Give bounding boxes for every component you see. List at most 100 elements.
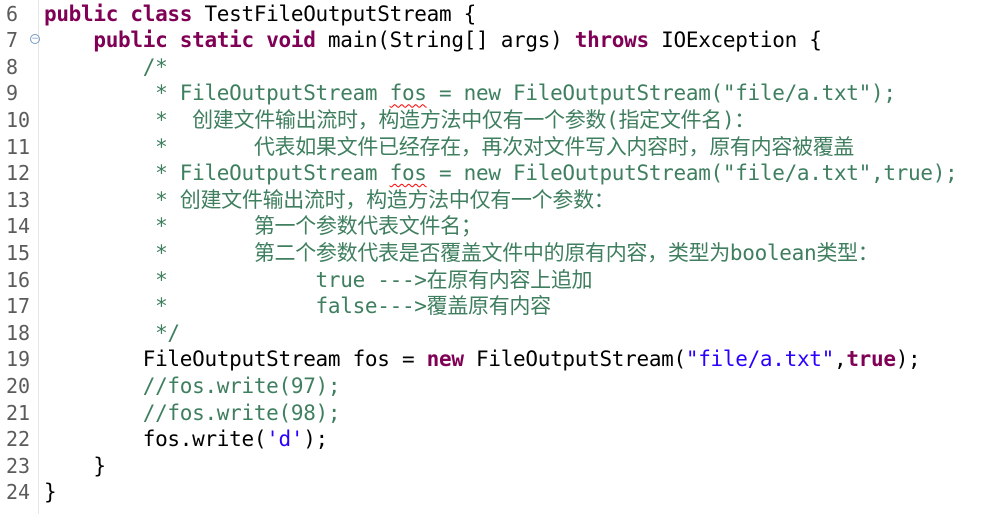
code-token: class [130, 1, 193, 26]
line-number: 18 [6, 320, 31, 345]
code-text: //fos.write(98); [44, 400, 341, 427]
code-text: * FileOutputStream fos = new FileOutputS… [44, 80, 896, 107]
code-token: * 创建文件输出流时，构造方法中仅有一个参数： [44, 187, 615, 212]
line-number: 20 [6, 373, 31, 398]
code-token: static [179, 28, 254, 53]
code-token: fos.write( [44, 427, 267, 452]
code-text: } [44, 453, 106, 480]
code-line[interactable]: 24} [0, 479, 989, 506]
code-text: } [44, 479, 57, 506]
code-token: = new FileOutputStream("file/a.txt",true… [426, 161, 958, 186]
code-token: public [93, 28, 168, 53]
code-text: FileOutputStream fos = new FileOutputStr… [44, 346, 921, 373]
line-number: 21 [6, 400, 31, 425]
code-token: FileOutputStream fos = [44, 347, 427, 372]
code-line[interactable]: 13 * 创建文件输出流时，构造方法中仅有一个参数： [0, 187, 989, 214]
code-token: 'd' [266, 427, 304, 452]
code-line[interactable]: 11 * 代表如果文件已经存在，再次对文件写入内容时，原有内容被覆盖 [0, 134, 989, 161]
code-token: "file/a.txt" [685, 347, 834, 372]
code-line[interactable]: 8 /* [0, 54, 989, 81]
fold-toggle-icon[interactable]: − [30, 34, 40, 45]
code-token: ); [895, 347, 921, 372]
code-token: public [44, 1, 119, 26]
code-token: new [426, 347, 464, 372]
code-line[interactable]: 17 * false--->覆盖原有内容 [0, 293, 989, 320]
code-token: throws [574, 28, 649, 53]
code-token: true [846, 347, 896, 372]
code-text: public static void main(String[] args) t… [44, 27, 822, 54]
code-token: , [833, 347, 847, 372]
code-token: /* [44, 54, 168, 79]
code-text: * 创建文件输出流时，构造方法中仅有一个参数： [44, 187, 615, 214]
code-line[interactable]: 6 public class TestFileOutputStream { [0, 1, 989, 28]
code-token: * 第二个参数代表是否覆盖文件中的原有内容，类型为boolean类型： [44, 240, 879, 265]
code-token: } [44, 453, 106, 478]
code-token: fos [389, 161, 427, 186]
code-line[interactable]: 7− public static void main(String[] args… [0, 27, 989, 54]
line-number: 12 [6, 161, 31, 186]
code-text: * FileOutputStream fos = new FileOutputS… [44, 160, 958, 187]
code-token: * 第一个参数代表文件名； [44, 214, 482, 239]
code-text: * 创建文件输出流时，构造方法中仅有一个参数(指定文件名)： [44, 107, 755, 134]
line-number: 22 [6, 427, 31, 452]
line-number: 10 [6, 107, 31, 132]
line-number: 16 [6, 267, 31, 292]
line-number: 8 [6, 54, 19, 79]
code-token: FileOutputStream( [463, 347, 686, 372]
code-token: TestFileOutputStream { [192, 1, 477, 26]
code-token: */ [44, 320, 180, 345]
code-token: //fos.write(98); [44, 400, 341, 425]
line-number: 13 [6, 187, 31, 212]
code-token: * true --->在原有内容上追加 [44, 267, 593, 292]
line-number: 9 [6, 81, 19, 106]
code-line[interactable]: 18 */ [0, 320, 989, 347]
line-number: 11 [6, 134, 31, 159]
line-number: 19 [6, 347, 31, 372]
code-editor[interactable]: 6 public class TestFileOutputStream {7− p… [0, 0, 989, 514]
code-token: * 代表如果文件已经存在，再次对文件写入内容时，原有内容被覆盖 [44, 134, 855, 159]
code-token: void [266, 28, 316, 53]
code-line[interactable]: 15 * 第二个参数代表是否覆盖文件中的原有内容，类型为boolean类型： [0, 240, 989, 267]
code-line[interactable]: 14 * 第一个参数代表文件名； [0, 213, 989, 240]
code-line[interactable]: 20 //fos.write(97); [0, 373, 989, 400]
line-number: 14 [6, 214, 31, 239]
code-text: fos.write('d'); [44, 426, 328, 453]
code-text: */ [44, 320, 180, 347]
code-text: public class TestFileOutputStream { [44, 1, 476, 28]
code-text: /* [44, 54, 168, 81]
code-line[interactable]: 9 * FileOutputStream fos = new FileOutpu… [0, 80, 989, 107]
code-token: = new FileOutputStream("file/a.txt"); [426, 81, 896, 106]
code-line[interactable]: 19 FileOutputStream fos = new FileOutput… [0, 346, 989, 373]
code-line[interactable]: 16 * true --->在原有内容上追加 [0, 267, 989, 294]
code-token: } [44, 480, 57, 505]
code-token: fos [389, 81, 427, 106]
code-line[interactable]: 12 * FileOutputStream fos = new FileOutp… [0, 160, 989, 187]
line-number: 17 [6, 294, 31, 319]
code-text: * 代表如果文件已经存在，再次对文件写入内容时，原有内容被覆盖 [44, 134, 854, 161]
code-text: * 第一个参数代表文件名； [44, 213, 482, 240]
code-line[interactable]: 22 fos.write('d'); [0, 426, 989, 453]
code-line[interactable]: 10 * 创建文件输出流时，构造方法中仅有一个参数(指定文件名)： [0, 107, 989, 134]
code-token: * 创建文件输出流时，构造方法中仅有一个参数(指定文件名)： [44, 107, 756, 132]
code-text: * true --->在原有内容上追加 [44, 267, 592, 294]
code-line[interactable]: 21 //fos.write(98); [0, 400, 989, 427]
line-number: 24 [6, 480, 31, 505]
code-token: * false--->覆盖原有内容 [44, 294, 551, 319]
code-token: //fos.write(97); [44, 373, 341, 398]
code-token: * FileOutputStream [44, 81, 390, 106]
code-token: IOException { [648, 28, 822, 53]
code-text: * 第二个参数代表是否覆盖文件中的原有内容，类型为boolean类型： [44, 240, 879, 267]
code-text: //fos.write(97); [44, 373, 341, 400]
line-number: 6 [6, 1, 19, 26]
code-line[interactable]: 23 } [0, 453, 989, 480]
line-number: 15 [6, 240, 31, 265]
line-number: 23 [6, 453, 31, 478]
code-token: * FileOutputStream [44, 161, 390, 186]
code-token: ); [303, 427, 328, 452]
code-token: main(String[] args) [315, 28, 575, 53]
code-text: * false--->覆盖原有内容 [44, 293, 551, 320]
